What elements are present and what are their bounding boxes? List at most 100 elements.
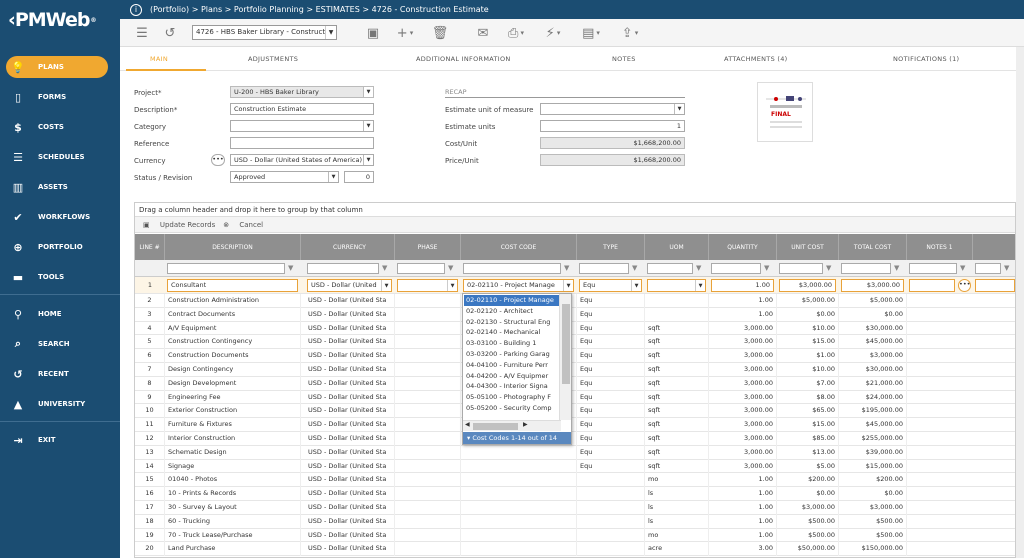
sidebar-item-assets[interactable]: ▥ ASSETS bbox=[6, 176, 108, 198]
filter-icon[interactable]: ▼ bbox=[382, 263, 392, 273]
table-row[interactable]: 19 70 - Truck Lease/Purchase USD - Dollar … bbox=[135, 528, 1015, 543]
table-row[interactable]: 16 10 - Prints & Records USD - Dollar (Uni… bbox=[135, 487, 1015, 501]
save-icon[interactable]: ▣ bbox=[365, 24, 381, 42]
info-icon[interactable]: i bbox=[130, 3, 142, 16]
project-field[interactable]: U-200 - HBS Baker Library ▼ bbox=[230, 86, 374, 98]
attachment-thumbnail[interactable]: FINAL bbox=[757, 82, 813, 142]
tab-main[interactable]: MAIN bbox=[150, 55, 168, 63]
filter-icon[interactable]: ▼ bbox=[288, 263, 298, 273]
filter-input[interactable] bbox=[397, 263, 445, 274]
total-cost-editor[interactable]: $3,000.00 bbox=[841, 279, 904, 292]
table-row[interactable]: 20 Land Purchase USD - Dollar (United Sta a… bbox=[135, 542, 1015, 557]
add-icon[interactable]: + bbox=[392, 24, 418, 42]
revision-field[interactable]: 0 bbox=[344, 171, 374, 183]
dropdown-option[interactable]: 05-05100 - Photography F bbox=[464, 392, 560, 403]
print-icon[interactable]: ⎙ bbox=[503, 24, 529, 42]
scrollbar[interactable]: ◀ ▶ bbox=[463, 420, 561, 431]
filter-input[interactable] bbox=[167, 263, 285, 274]
cost-code-dropdown[interactable]: 02-02110 - Project Manage 02-02120 - Arch… bbox=[462, 293, 572, 445]
filter-icon[interactable]: ▼ bbox=[632, 263, 642, 273]
table-row[interactable]: 11 Furniture & Fixtures USD - Dollar (Unit… bbox=[135, 418, 1015, 432]
scrollbar[interactable] bbox=[559, 294, 571, 420]
table-row[interactable]: 3 Contract Documents USD - Dollar (United … bbox=[135, 307, 1015, 322]
description-field[interactable]: Construction Estimate bbox=[230, 103, 374, 115]
sidebar-item-forms[interactable]: ▯ FORMS bbox=[6, 86, 108, 108]
sidebar-item-tools[interactable]: ▬ TOOLS bbox=[6, 266, 108, 288]
quantity-editor[interactable]: 1.00 bbox=[711, 279, 774, 292]
table-row[interactable]: 13 Schematic Design USD - Dollar (United S… bbox=[135, 445, 1015, 460]
filter-icon[interactable]: ▼ bbox=[894, 263, 904, 273]
dropdown-option[interactable]: 03-03200 - Parking Garag bbox=[464, 349, 560, 360]
notes-editor[interactable] bbox=[909, 279, 955, 292]
dropdown-option[interactable]: 05-05200 - Security Comp bbox=[464, 403, 560, 414]
filter-icon[interactable]: ▼ bbox=[564, 263, 574, 273]
dropdown-option[interactable]: 02-02140 - Mechanical bbox=[464, 327, 560, 338]
update-records-button[interactable]: ▣ Update Records bbox=[143, 221, 215, 229]
filter-input[interactable] bbox=[779, 263, 823, 274]
table-row[interactable]: 8 Design Development USD - Dollar (United … bbox=[135, 376, 1015, 391]
column-header[interactable]: TYPE bbox=[577, 234, 645, 260]
dropdown-option[interactable]: 04-04100 - Furniture Perr bbox=[464, 360, 560, 371]
filter-icon[interactable]: ▼ bbox=[960, 263, 970, 273]
column-header[interactable]: UOM bbox=[645, 234, 709, 260]
email-icon[interactable]: ✉ bbox=[475, 24, 491, 42]
column-header[interactable]: CURRENCY bbox=[305, 234, 395, 260]
column-header[interactable]: NOTES 1 bbox=[907, 234, 973, 260]
column-header[interactable]: PHASE bbox=[395, 234, 461, 260]
pmweb-logo[interactable]: ‹ PMWeb ® bbox=[0, 0, 120, 40]
filter-input[interactable] bbox=[647, 263, 693, 274]
filter-input[interactable] bbox=[909, 263, 957, 274]
sidebar-item-exit[interactable]: ⇥ EXIT bbox=[6, 429, 108, 451]
export-icon[interactable]: ⇪ bbox=[617, 24, 643, 42]
column-header[interactable]: DESCRIPTION bbox=[165, 234, 301, 260]
dropdown-option[interactable]: 02-02110 - Project Manage bbox=[464, 295, 560, 306]
dropdown-option[interactable]: 02-02120 - Architect bbox=[464, 306, 560, 317]
units-field[interactable]: 1 bbox=[540, 120, 685, 132]
sidebar-item-recent[interactable]: ↺ RECENT bbox=[6, 363, 108, 385]
type-editor[interactable]: Equ ▼ bbox=[579, 279, 642, 292]
dropdown-option[interactable]: 04-04300 - Interior Signa bbox=[464, 381, 560, 392]
status-field[interactable]: Approved ▼ bbox=[230, 171, 339, 183]
category-field[interactable]: ▼ bbox=[230, 120, 374, 132]
sidebar-item-search[interactable]: ⌕ SEARCH bbox=[6, 333, 108, 355]
table-row[interactable]: 18 60 - Trucking USD - Dollar (United Sta l… bbox=[135, 514, 1015, 529]
filter-icon[interactable]: ▼ bbox=[448, 263, 458, 273]
uom-editor[interactable]: ▼ bbox=[647, 279, 706, 292]
filter-icon[interactable]: ▼ bbox=[826, 263, 836, 273]
cancel-button[interactable]: ⊗ Cancel bbox=[223, 221, 263, 229]
table-row[interactable]: 17 30 - Survey & Layout USD - Dollar (Unit… bbox=[135, 501, 1015, 515]
tab-adjustments[interactable]: ADJUSTMENTS bbox=[248, 55, 298, 63]
table-row[interactable]: 12 Interior Construction USD - Dollar (Uni… bbox=[135, 432, 1015, 446]
filter-input[interactable] bbox=[463, 263, 561, 274]
tab-attachments[interactable]: ATTACHMENTS (4) bbox=[724, 55, 787, 63]
delete-icon[interactable]: 🗑 bbox=[432, 24, 449, 42]
table-row[interactable]: 14 Signage USD - Dollar (United Sta Equ sqft… bbox=[135, 459, 1015, 474]
table-row[interactable]: 15 01040 - Photos USD - Dollar (United Sta… bbox=[135, 473, 1015, 488]
table-row[interactable]: 5 Construction Contingency USD - Dollar (U… bbox=[135, 335, 1015, 350]
table-row[interactable]: 10 Exterior Construction USD - Dollar (Uni… bbox=[135, 404, 1015, 419]
phase-editor[interactable]: ▼ bbox=[397, 279, 458, 292]
table-row[interactable]: 2 Construction Administration USD - Dollar… bbox=[135, 294, 1015, 308]
list-icon[interactable]: ☰ bbox=[134, 24, 150, 42]
dropdown-option[interactable]: 02-02130 - Structural Eng bbox=[464, 317, 560, 328]
report-icon[interactable]: ▤ bbox=[578, 24, 604, 42]
tab-notifications[interactable]: NOTIFICATIONS (1) bbox=[893, 55, 959, 63]
filter-input[interactable] bbox=[841, 263, 891, 274]
notes-editor[interactable] bbox=[975, 279, 1015, 292]
currency-more-icon[interactable]: ••• bbox=[211, 154, 225, 166]
sidebar-item-portfolio[interactable]: ⊕ PORTFOLIO bbox=[6, 236, 108, 258]
column-header[interactable]: TOTAL COST bbox=[839, 234, 907, 260]
sidebar-item-plans[interactable]: 💡 PLANS bbox=[6, 56, 108, 78]
unit-cost-editor[interactable]: $3,000.00 bbox=[779, 279, 836, 292]
sidebar-item-schedules[interactable]: ☰ SCHEDULES bbox=[6, 146, 108, 168]
currency-field[interactable]: USD - Dollar (United States of America) ▼ bbox=[230, 154, 374, 166]
dropdown-option[interactable]: 03-03100 - Building 1 bbox=[464, 338, 560, 349]
filter-icon[interactable]: ▼ bbox=[696, 263, 706, 273]
column-header[interactable]: COST CODE bbox=[461, 234, 577, 260]
reference-field[interactable] bbox=[230, 137, 374, 149]
table-row[interactable]: 4 A/V Equipment USD - Dollar (United Sta Eq… bbox=[135, 321, 1015, 336]
tab-additional-information[interactable]: ADDITIONAL INFORMATION bbox=[416, 55, 511, 63]
table-row[interactable]: 6 Construction Documents USD - Dollar (Uni… bbox=[135, 349, 1015, 363]
filter-input[interactable] bbox=[711, 263, 761, 274]
description-editor[interactable]: Consultant bbox=[167, 279, 298, 292]
